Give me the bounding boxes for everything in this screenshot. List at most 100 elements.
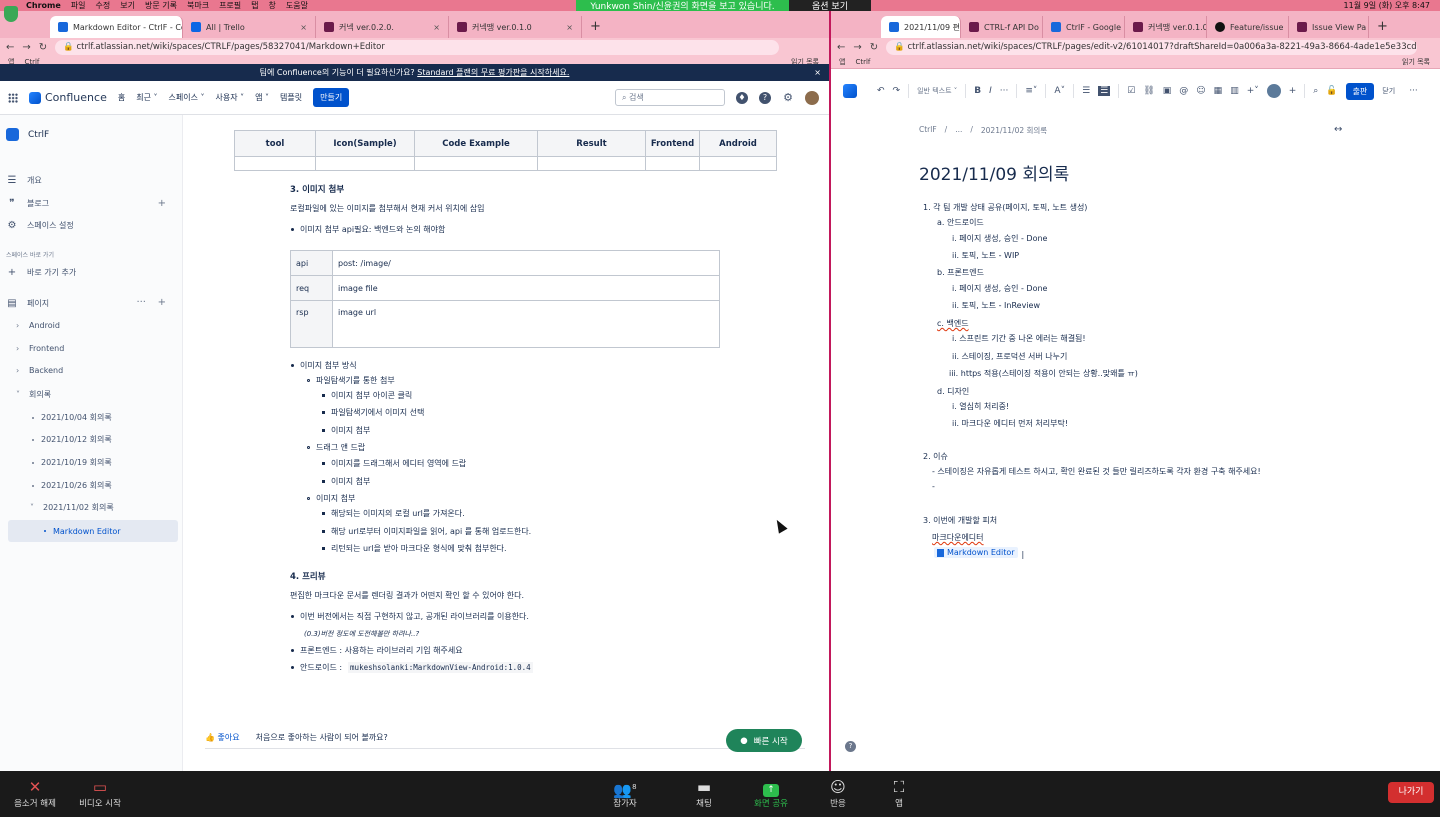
menubar-app[interactable]: Chrome (26, 1, 61, 10)
add-blog-icon[interactable]: + (158, 198, 166, 209)
tree-item[interactable]: 2021/10/19 회의록 (32, 457, 112, 468)
nav-spaces[interactable]: 스페이스 ˅ (168, 92, 204, 103)
doc-line[interactable]: b. 프론트엔드 (937, 267, 984, 278)
browser-tab[interactable]: CtrlF - Google (1043, 16, 1125, 38)
publish-button[interactable]: 출판 (1345, 82, 1375, 100)
browser-tab[interactable]: 커넥 ver.0.2.0. × (316, 16, 449, 38)
tree-item[interactable]: › Android (16, 321, 60, 330)
help-icon[interactable]: ? (759, 91, 771, 104)
new-tab-button[interactable]: + (1369, 16, 1396, 38)
apps-button[interactable]: ⛶ 앱 (864, 777, 934, 809)
menubar-item[interactable]: 수정 (96, 0, 111, 11)
mention-icon[interactable]: @ (1179, 86, 1188, 96)
table-icon[interactable]: ▦ (1214, 86, 1223, 96)
tree-item[interactable]: › Frontend (16, 344, 64, 353)
create-button[interactable]: 만들기 (313, 88, 350, 107)
text-style-dropdown[interactable]: 일반 텍스트 ˅ (917, 86, 957, 96)
nav-home[interactable]: 홈 (118, 92, 125, 103)
task-icon[interactable]: ☑ (1127, 86, 1135, 96)
doc-line[interactable]: 마크다운에디터 (932, 532, 984, 543)
back-icon[interactable]: ← (837, 42, 845, 53)
tree-item[interactable]: ˅ 2021/11/02 회의록 (30, 502, 114, 513)
doc-line[interactable]: ii. 토픽, 노트 - InReview (952, 300, 1040, 311)
doc-line[interactable]: a. 안드로이드 (937, 217, 984, 228)
doc-line[interactable]: i. 스프린트 기간 중 나온 에러는 해결됨! (952, 333, 1086, 344)
browser-tab[interactable]: All | Trello × (183, 16, 316, 38)
image-icon[interactable]: ▣ (1163, 86, 1172, 96)
browser-tab[interactable]: Issue View Pa (1289, 16, 1369, 38)
doc-line[interactable]: i. 열심히 처리중! (952, 401, 1009, 412)
sidebar-item-overview[interactable]: ☰ 개요 (6, 175, 42, 186)
browser-tab[interactable]: CTRL-f API Do (961, 16, 1043, 38)
tree-item[interactable]: ˅ 회의록 (16, 389, 51, 400)
like-button[interactable]: 👍 좋아요 (205, 732, 240, 743)
share-screen-button[interactable]: ↑ 화면 공유 (736, 777, 806, 809)
layout-icon[interactable]: ▥ (1230, 86, 1239, 96)
reload-icon[interactable]: ↻ (39, 42, 47, 53)
app-switcher-icon[interactable] (8, 92, 18, 103)
nav-recent[interactable]: 최근 ˅ (136, 92, 157, 103)
breadcrumb-item[interactable]: ... (955, 125, 962, 136)
bookmark-folder[interactable]: Ctrlf (855, 58, 870, 66)
close-icon[interactable]: × (433, 23, 440, 32)
close-icon[interactable]: × (566, 23, 573, 32)
doc-line[interactable]: - 스테이징은 자유롭게 테스트 하시고, 확인 완료된 것 들만 릴리즈하도록… (932, 466, 1261, 477)
more-icon[interactable]: ··· (1409, 86, 1418, 96)
new-tab-button[interactable]: + (582, 16, 609, 38)
sidebar-item-pages[interactable]: ▤ 페이지 (6, 298, 49, 309)
doc-line[interactable]: iii. https 적용(스테이징 적용이 안되는 상황..맞왜틀 ㅠ) (949, 368, 1138, 379)
link-icon[interactable]: ⛓ (1143, 86, 1154, 96)
menubar-item[interactable]: 프로필 (219, 0, 241, 11)
nav-apps[interactable]: 앱 ˅ (255, 92, 269, 103)
space-header[interactable]: CtrlF (6, 128, 49, 141)
back-icon[interactable]: ← (6, 42, 14, 53)
reload-icon[interactable]: ↻ (870, 42, 878, 53)
doc-line[interactable]: c. 백엔드 (937, 318, 969, 329)
unmute-button[interactable]: ✕ 음소거 해제 (0, 777, 70, 809)
browser-tab[interactable]: Markdown Editor - CtrlF - Conf× (50, 16, 183, 38)
doc-line[interactable]: ii. 스테이징, 프로덕션 서버 나누기 (952, 351, 1067, 362)
find-icon[interactable]: ⌕ (1313, 86, 1318, 96)
tree-item[interactable]: 2021/10/26 회의록 (32, 480, 112, 491)
menubar-item[interactable]: 파일 (71, 0, 86, 11)
invite-icon[interactable]: + (1289, 86, 1297, 96)
doc-line[interactable]: d. 디자인 (937, 386, 969, 397)
italic-icon[interactable]: I (989, 86, 992, 96)
leave-button[interactable]: 나가기 (1388, 782, 1434, 803)
banner-link[interactable]: Standard 플랜의 무료 평가판을 시작하세요. (417, 68, 569, 77)
url-field[interactable]: 🔒 ctrlf.atlassian.net/wiki/spaces/CTRLF/… (55, 39, 779, 55)
doc-line[interactable]: 3. 이번에 개발할 피처 (923, 515, 997, 526)
start-video-button[interactable]: ▭ 비디오 시작 (65, 777, 135, 809)
add-page-icon[interactable]: + (158, 297, 166, 308)
redo-icon[interactable]: ↷ (893, 86, 901, 96)
doc-line[interactable]: 1. 각 팀 개발 상태 공유(페이지, 토픽, 노트 생성) (923, 202, 1087, 213)
forward-icon[interactable]: → (22, 42, 30, 53)
more-icon[interactable]: ··· (136, 297, 146, 308)
avatar[interactable] (805, 90, 819, 105)
tree-item-selected[interactable]: Markdown Editor (8, 520, 178, 542)
forward-icon[interactable]: → (853, 42, 861, 53)
doc-line[interactable]: - (932, 482, 935, 491)
notifications-icon[interactable]: ♦ (736, 91, 748, 104)
more-formatting-icon[interactable]: ··· (1000, 86, 1009, 96)
participants-button[interactable]: 👥8 참가자 (590, 777, 660, 809)
undo-icon[interactable]: ↶ (877, 86, 885, 96)
browser-tab[interactable]: Feature/issue (1207, 16, 1289, 38)
align-icon[interactable]: ≡˅ (1025, 86, 1037, 96)
numbered-list-icon[interactable]: ☰ (1098, 86, 1111, 96)
chat-button[interactable]: ▬ 채팅 (669, 777, 739, 809)
sidebar-item-space-settings[interactable]: ⚙ 스페이스 설정 (6, 220, 74, 231)
close-editor-button[interactable]: 닫기 (1382, 86, 1395, 96)
tree-item[interactable]: 2021/10/04 회의록 (32, 412, 112, 423)
bullet-list-icon[interactable]: ☰ (1082, 86, 1090, 96)
close-icon[interactable]: × (814, 64, 821, 81)
menubar-item[interactable]: 도움말 (286, 0, 308, 11)
doc-line[interactable]: i. 페이지 생성, 승인 - Done (952, 233, 1047, 244)
quick-start-button[interactable]: ● 빠른 시작 (726, 729, 802, 752)
page-link[interactable]: Markdown Editor | (934, 547, 1024, 559)
browser-tab[interactable]: 커넥땡 ver.0.1.0 × (449, 16, 582, 38)
menubar-item[interactable]: 북마크 (187, 0, 209, 11)
avatar[interactable] (1266, 84, 1281, 98)
reactions-button[interactable]: ☺ 반응 (803, 777, 873, 809)
insert-icon[interactable]: +˅ (1247, 86, 1259, 96)
